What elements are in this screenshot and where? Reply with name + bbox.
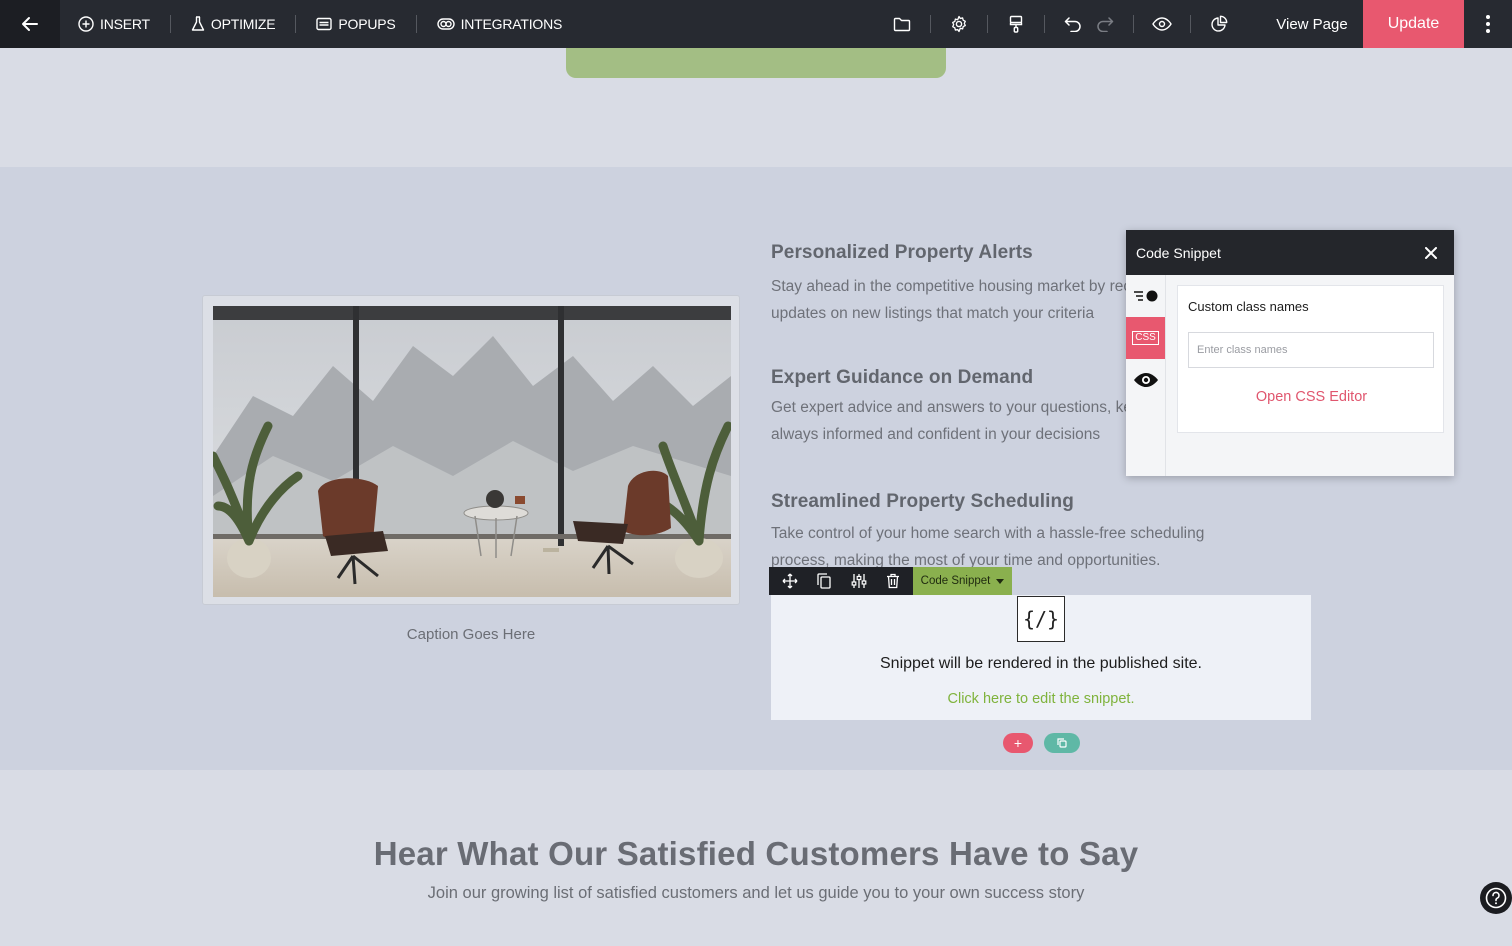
back-button[interactable] (0, 0, 60, 48)
analytics-button[interactable] (1197, 0, 1241, 48)
element-settings-button[interactable] (845, 567, 873, 595)
code-snippet-glyph: {/} (1022, 607, 1060, 631)
code-snippet-icon: {/} (1017, 596, 1065, 642)
redo-icon (1097, 17, 1114, 32)
image-caption: Caption Goes Here (406, 626, 536, 643)
feature-text-line: Take control of your home search with a … (771, 525, 1205, 542)
insert-label: INSERT (100, 16, 150, 32)
css-tab-label: CSS (1132, 331, 1159, 345)
element-toolbar (769, 567, 914, 595)
copy-icon (1057, 738, 1067, 748)
interior-photo (213, 306, 731, 597)
green-cta-block[interactable] (566, 48, 946, 78)
eye-icon (1152, 17, 1172, 31)
add-element-button[interactable]: + (1003, 733, 1033, 753)
arrow-left-icon (22, 17, 38, 31)
folder-icon (893, 17, 911, 32)
tab-visibility[interactable] (1126, 359, 1165, 401)
feature-title: Expert Guidance on Demand (771, 367, 1034, 388)
kebab-menu-icon (1486, 15, 1490, 33)
sliders-icon (851, 574, 867, 588)
pie-chart-icon (1211, 15, 1228, 32)
undo-icon (1064, 17, 1081, 32)
question-icon (1485, 887, 1507, 909)
trash-icon (886, 573, 899, 589)
more-options-button[interactable] (1464, 0, 1512, 48)
tab-layout[interactable] (1126, 275, 1165, 317)
tab-css[interactable]: CSS (1126, 317, 1165, 359)
close-icon (1425, 246, 1437, 259)
flask-icon (191, 16, 205, 31)
style-brush-button[interactable] (994, 0, 1038, 48)
tool-divider (930, 15, 931, 33)
view-page-button[interactable]: View Page (1262, 0, 1362, 48)
duplicate-element-button[interactable] (810, 567, 838, 595)
redo-button[interactable] (1083, 0, 1127, 48)
tool-divider (1133, 15, 1134, 33)
panel-title: Code Snippet (1136, 244, 1221, 261)
snippet-message: Snippet will be rendered in the publishe… (880, 655, 1202, 672)
element-type-label: Code Snippet (920, 575, 991, 587)
testimonials-heading: Hear What Our Satisfied Customers Have t… (373, 835, 1139, 872)
tool-divider (987, 15, 988, 33)
topbar-tools (880, 0, 1241, 48)
paint-brush-icon (1009, 15, 1023, 33)
feature-text: Take control of your home search with a … (771, 520, 1261, 574)
help-button[interactable] (1480, 882, 1512, 914)
menu-divider (169, 15, 171, 33)
panel-close-button[interactable] (1420, 242, 1442, 264)
menu-divider (295, 15, 297, 33)
tool-divider (1190, 15, 1191, 33)
link-icon (436, 18, 455, 30)
testimonials-subheading: Join our growing list of satisfied custo… (427, 884, 1085, 902)
toggle-lines-icon (1133, 290, 1157, 302)
integrations-label: INTEGRATIONS (460, 16, 563, 32)
update-button[interactable]: Update (1363, 0, 1464, 48)
eye-icon (1133, 373, 1158, 387)
move-handle[interactable] (776, 567, 804, 595)
settings-button[interactable] (937, 0, 981, 48)
panel-side-tabs: CSS (1126, 275, 1166, 476)
optimize-label: OPTIMIZE (210, 16, 276, 32)
feature-title: Personalized Property Alerts (771, 242, 1033, 263)
code-snippet-panel: Code Snippet CSS Custom class names Open… (1126, 230, 1454, 476)
preview-button[interactable] (1140, 0, 1184, 48)
edit-snippet-link[interactable]: Click here to edit the snippet. (771, 691, 1311, 707)
tool-divider (1044, 15, 1045, 33)
popups-menu[interactable]: POPUPS (316, 16, 415, 32)
living-room-illustration (213, 306, 731, 597)
folder-button[interactable] (880, 0, 924, 48)
code-snippet-widget[interactable]: {/} Snippet will be rendered in the publ… (771, 595, 1311, 720)
element-type-dropdown[interactable]: Code Snippet (913, 567, 1012, 595)
image-widget[interactable] (202, 295, 740, 605)
open-css-editor-link[interactable]: Open CSS Editor (1178, 389, 1445, 405)
duplicate-section-button[interactable] (1044, 733, 1080, 753)
gear-icon (952, 15, 966, 33)
custom-class-label: Custom class names (1188, 299, 1309, 314)
css-settings-card: Custom class names Open CSS Editor (1177, 285, 1444, 433)
panel-header: Code Snippet (1126, 230, 1454, 275)
plus-icon: + (1013, 735, 1023, 751)
move-icon (782, 573, 798, 589)
insert-menu[interactable]: INSERT (78, 16, 170, 32)
delete-element-button[interactable] (879, 567, 907, 595)
plus-circle-icon (78, 16, 94, 32)
menu-divider (415, 15, 417, 33)
caret-down-icon (996, 578, 1005, 584)
optimize-menu[interactable]: OPTIMIZE (191, 16, 296, 32)
topbar-menu: INSERT OPTIMIZE POPUPS INTEGRATIONS (78, 15, 582, 33)
window-icon (316, 17, 333, 31)
integrations-menu[interactable]: INTEGRATIONS (436, 16, 583, 32)
copy-icon (817, 573, 832, 589)
custom-class-input[interactable] (1188, 332, 1434, 368)
editor-topbar: INSERT OPTIMIZE POPUPS INTEGRATIONS View… (0, 0, 1512, 48)
popups-label: POPUPS (338, 16, 396, 32)
feature-title: Streamlined Property Scheduling (771, 491, 1074, 512)
